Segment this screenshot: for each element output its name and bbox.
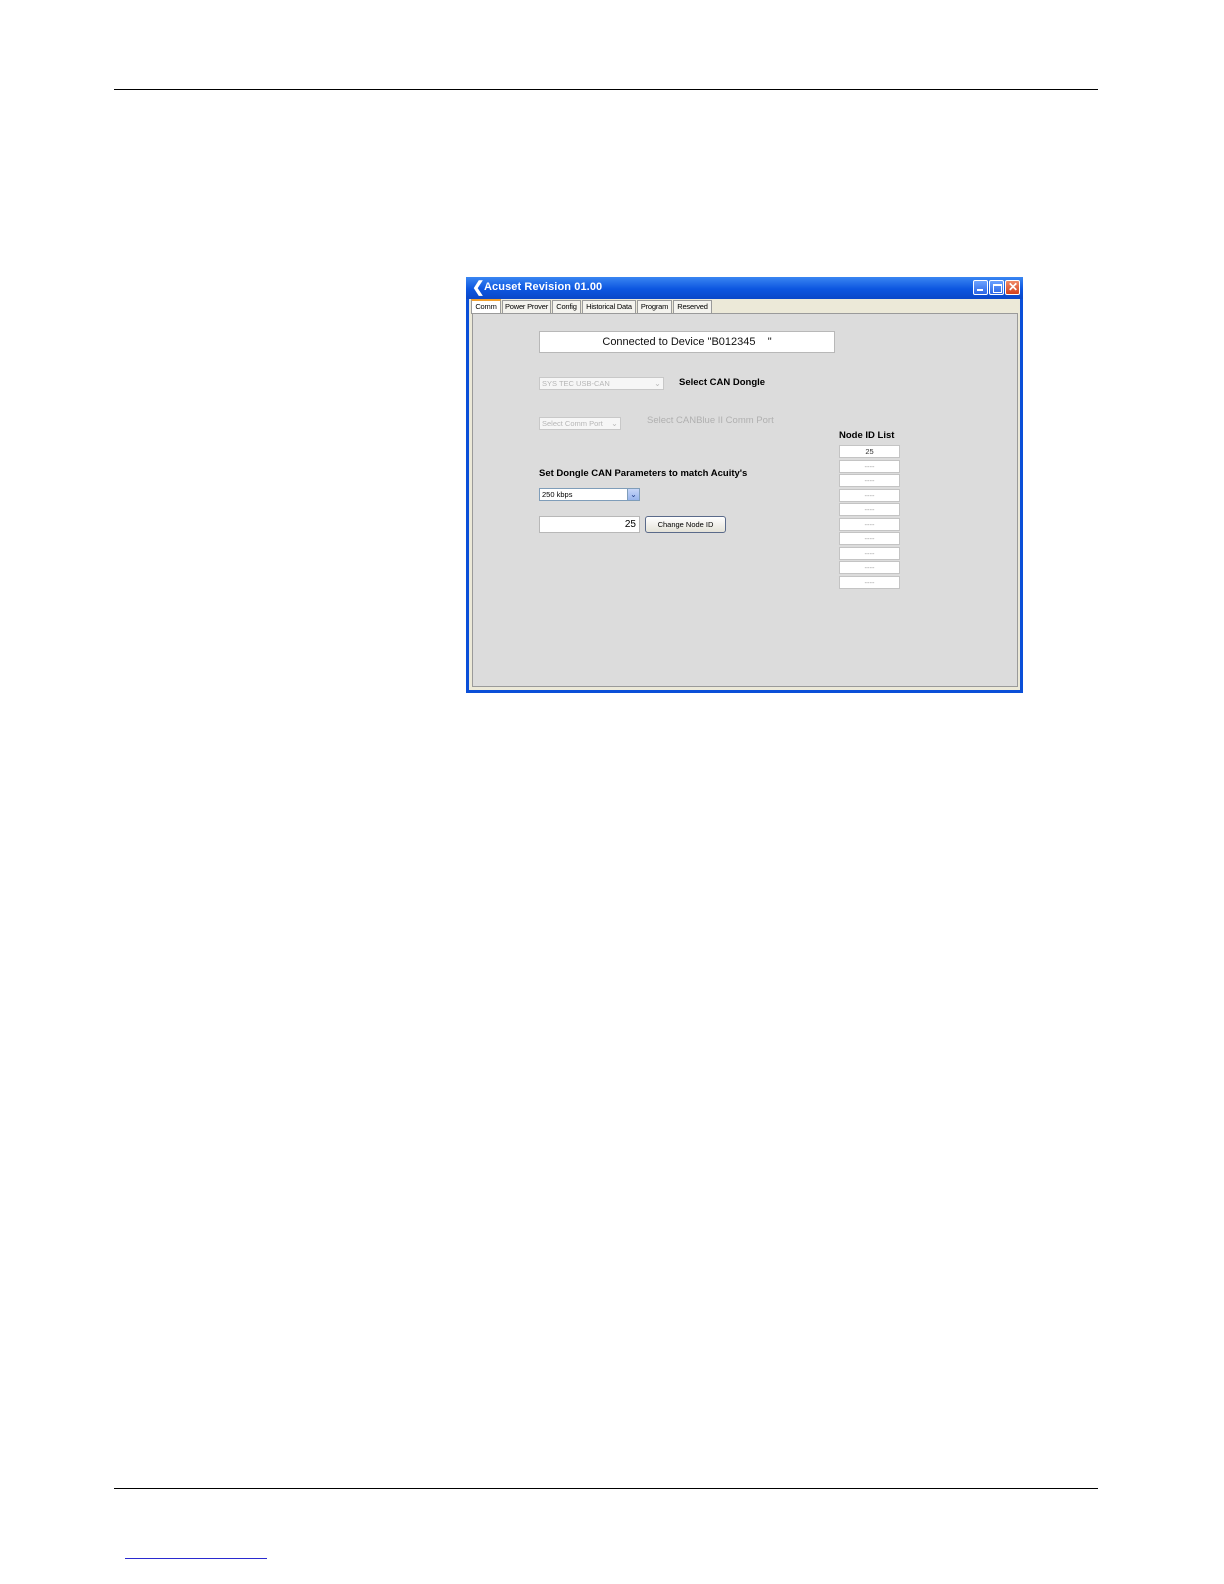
node-id-input[interactable]: 25 bbox=[539, 516, 640, 533]
node-id-list-item[interactable]: 25 bbox=[839, 445, 900, 458]
acuset-app-icon: ❮ bbox=[472, 279, 485, 296]
close-icon: ✕ bbox=[1008, 280, 1019, 294]
baud-rate-select[interactable]: 250 kbps ⌄ bbox=[539, 488, 640, 501]
minimize-button[interactable] bbox=[973, 280, 988, 295]
header-rule bbox=[114, 89, 1098, 90]
tab-historical-data[interactable]: Historical Data bbox=[582, 300, 636, 313]
tab-reserved[interactable]: Reserved bbox=[673, 300, 712, 313]
can-params-label: Set Dongle CAN Parameters to match Acuit… bbox=[539, 468, 748, 479]
can-dongle-value: SYS TEC USB-CAN bbox=[542, 379, 610, 388]
footer-link-underline[interactable] bbox=[125, 1558, 267, 1559]
can-dongle-label: Select CAN Dongle bbox=[679, 377, 766, 388]
app-window: ❮ Acuset Revision 01.00 ✕ Comm Power Pro… bbox=[466, 277, 1023, 693]
node-id-list-item[interactable]: ---- bbox=[839, 561, 900, 574]
node-id-list-item[interactable]: ---- bbox=[839, 518, 900, 531]
change-node-id-button[interactable]: Change Node ID bbox=[645, 516, 726, 533]
comm-port-value: Select Comm Port bbox=[542, 419, 603, 428]
window-client-area: Comm Power Prover Config Historical Data… bbox=[469, 299, 1020, 690]
node-id-list-item[interactable]: ---- bbox=[839, 474, 900, 487]
tab-config[interactable]: Config bbox=[552, 300, 581, 313]
node-id-list-item[interactable]: ---- bbox=[839, 532, 900, 545]
tab-program[interactable]: Program bbox=[637, 300, 672, 313]
connection-status: Connected to Device "B012345 " bbox=[539, 331, 835, 353]
comm-port-label: Select CANBlue II Comm Port bbox=[647, 415, 774, 426]
chevron-down-icon: ⌄ bbox=[627, 489, 639, 500]
close-button[interactable]: ✕ bbox=[1005, 280, 1020, 295]
node-id-list-item[interactable]: ---- bbox=[839, 489, 900, 502]
window-title: Acuset Revision 01.00 bbox=[484, 281, 603, 293]
baud-rate-value: 250 kbps bbox=[542, 490, 573, 499]
chevron-down-icon: ⌄ bbox=[611, 419, 618, 428]
maximize-icon bbox=[993, 284, 1002, 293]
chevron-down-icon: ⌄ bbox=[654, 379, 661, 388]
comm-port-select[interactable]: Select Comm Port ⌄ bbox=[539, 417, 621, 430]
node-id-list-title: Node ID List bbox=[839, 430, 895, 441]
comm-panel: Connected to Device "B012345 " SYS TEC U… bbox=[472, 313, 1018, 687]
footer-rule bbox=[114, 1488, 1098, 1489]
tab-comm[interactable]: Comm bbox=[471, 299, 501, 314]
can-dongle-select[interactable]: SYS TEC USB-CAN ⌄ bbox=[539, 377, 664, 390]
title-bar[interactable]: ❮ Acuset Revision 01.00 ✕ bbox=[466, 277, 1023, 299]
node-id-list-item[interactable]: ---- bbox=[839, 460, 900, 473]
tab-power-prover[interactable]: Power Prover bbox=[502, 300, 551, 313]
node-id-list-item[interactable]: ---- bbox=[839, 547, 900, 560]
maximize-button[interactable] bbox=[989, 280, 1004, 295]
node-id-list-item[interactable]: ---- bbox=[839, 576, 900, 589]
minimize-icon bbox=[977, 289, 983, 291]
node-id-list-item[interactable]: ---- bbox=[839, 503, 900, 516]
